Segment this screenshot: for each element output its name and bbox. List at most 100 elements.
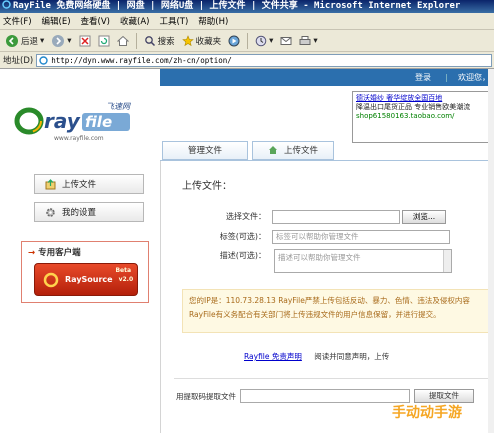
menu-file[interactable]: 文件(F) bbox=[3, 15, 32, 27]
address-label: 地址(D) bbox=[3, 56, 34, 66]
menu-view[interactable]: 查看(V) bbox=[81, 15, 110, 27]
tab-bar: 管理文件 上传文件 bbox=[160, 141, 494, 161]
extract-code-input[interactable] bbox=[240, 389, 410, 403]
upload-icon bbox=[45, 178, 56, 189]
ad-box[interactable]: 德沃婚纱 奢华绽放全国百地 降温出口尾货正品 专业销售欧美潮流 shop6158… bbox=[352, 91, 492, 143]
menu-tools[interactable]: 工具(T) bbox=[159, 15, 188, 27]
back-label: 后退 bbox=[21, 36, 39, 47]
top-strip: 登录 | 欢迎您，zh bbox=[160, 69, 494, 99]
desc-row: 描述(可选)： bbox=[202, 248, 272, 263]
tab-upload-files[interactable]: 上传文件 bbox=[252, 141, 334, 160]
upload-file-button[interactable]: 上传文件 bbox=[34, 174, 144, 194]
menu-help[interactable]: 帮助(H) bbox=[198, 15, 228, 27]
top-separator: | bbox=[445, 73, 448, 82]
divider-line bbox=[174, 378, 494, 379]
toolbar-separator bbox=[247, 32, 249, 49]
favorites-button[interactable]: 收藏夹 bbox=[180, 34, 224, 47]
raysource-beta: Beta bbox=[115, 267, 131, 274]
history-button[interactable]: ▾ bbox=[253, 35, 275, 47]
back-arrow-icon bbox=[6, 34, 18, 47]
choose-file-row: 选择文件： 浏览... bbox=[202, 209, 446, 224]
forward-button[interactable]: ▾ bbox=[49, 34, 73, 48]
agree-row: Rayfile 免责声明 阅读并同意声明，上传 bbox=[244, 351, 389, 362]
chevron-down-icon: ▾ bbox=[67, 35, 72, 46]
home-icon bbox=[268, 146, 277, 154]
stop-button[interactable] bbox=[77, 35, 93, 47]
choose-file-label: 选择文件： bbox=[226, 212, 266, 221]
my-settings-button[interactable]: 我的设置 bbox=[34, 202, 144, 222]
print-button[interactable]: ▾ bbox=[297, 35, 319, 47]
column-divider bbox=[160, 161, 161, 433]
svg-text:file: file bbox=[85, 113, 112, 131]
extract-label: 用提取码提取文件 bbox=[176, 391, 236, 401]
tag-label: 标签(可选)： bbox=[219, 232, 266, 241]
chevron-down-icon: ▾ bbox=[40, 35, 45, 46]
address-url: http://dyn.www.rayfile.com/zh-cn/option/ bbox=[51, 55, 232, 65]
toolbar: 后退 ▾ ▾ 搜索 收藏夹 ▾ ▾ bbox=[0, 30, 494, 52]
logo-url: www.rayfile.com bbox=[54, 135, 104, 142]
upload-notice: 您的IP是：110.73.28.13 RayFile严禁上传包括反动、暴力、色情… bbox=[182, 289, 492, 333]
address-input[interactable]: http://dyn.www.rayfile.com/zh-cn/option/ bbox=[36, 53, 492, 67]
menu-bar: 文件(F) 编辑(E) 查看(V) 收藏(A) 工具(T) 帮助(H) bbox=[0, 13, 494, 30]
media-button[interactable] bbox=[226, 35, 242, 47]
favorites-label: 收藏夹 bbox=[195, 36, 222, 47]
refresh-icon bbox=[98, 35, 110, 46]
web-page: 登录 | 欢迎您，zh ray file 飞速网 www.rayfile.com… bbox=[0, 69, 494, 433]
search-label: 搜索 bbox=[157, 36, 175, 47]
raysource-version: v2.0 bbox=[118, 276, 134, 283]
svg-text:ray: ray bbox=[44, 109, 81, 133]
browse-button[interactable]: 浏览... bbox=[402, 209, 446, 224]
notice-line-1: 您的IP是：110.73.28.13 RayFile严禁上传包括反动、暴力、色情… bbox=[189, 296, 470, 305]
agree-upload-text[interactable]: 阅读并同意声明，上传 bbox=[314, 352, 389, 361]
back-button[interactable]: 后退 ▾ bbox=[3, 34, 46, 48]
desc-textarea[interactable]: 描述可以帮助你管理文件 bbox=[274, 249, 452, 273]
print-icon bbox=[299, 35, 311, 45]
ie-logo-icon bbox=[2, 0, 11, 9]
media-icon bbox=[228, 35, 240, 46]
raysource-download-button[interactable]: RaySource v2.0 Beta bbox=[34, 263, 138, 296]
mail-button[interactable] bbox=[278, 35, 294, 47]
client-box: → 专用客户端 RaySource v2.0 Beta bbox=[21, 241, 149, 303]
desc-label: 描述(可选)： bbox=[219, 251, 266, 260]
extract-file-button[interactable]: 提取文件 bbox=[414, 389, 474, 403]
menu-edit[interactable]: 编辑(E) bbox=[42, 15, 71, 27]
home-icon bbox=[116, 35, 129, 46]
home-button[interactable] bbox=[115, 35, 131, 47]
notice-line-2: RayFile有义务配合有关部门将上传违规文件的用户信息保留，并进行提交。 bbox=[189, 310, 441, 319]
search-button[interactable]: 搜索 bbox=[142, 35, 177, 47]
window-title: RayFile 免费网络硬盘 | 网盘 | 网络U盘 | 上传文件 | 文件共享… bbox=[13, 1, 461, 11]
refresh-button[interactable] bbox=[96, 35, 112, 47]
gear-icon bbox=[46, 207, 55, 217]
mail-icon bbox=[280, 36, 292, 45]
my-settings-label: 我的设置 bbox=[62, 208, 97, 218]
left-nav: 上传文件 我的设置 → 专用客户端 RaySource v2.0 Beta bbox=[13, 166, 151, 366]
address-bar: 地址(D) http://dyn.www.rayfile.com/zh-cn/o… bbox=[0, 52, 494, 69]
forward-arrow-icon bbox=[52, 34, 65, 47]
page-icon bbox=[39, 55, 48, 65]
upload-file-label: 上传文件 bbox=[62, 180, 97, 190]
upload-title: 上传文件： bbox=[182, 181, 232, 192]
search-icon bbox=[144, 35, 155, 46]
ad-line-2: 降温出口尾货正品 专业销售欧美潮流 bbox=[356, 103, 471, 111]
raysource-logo-icon bbox=[43, 272, 59, 287]
tab-upload-label: 上传文件 bbox=[283, 146, 318, 156]
chevron-down-icon: ▾ bbox=[269, 35, 274, 46]
window-title-bar: RayFile 免费网络硬盘 | 网盘 | 网络U盘 | 上传文件 | 文件共享… bbox=[0, 0, 494, 13]
ad-line-3[interactable]: shop61580163.taobao.com/ bbox=[356, 112, 488, 121]
tab-manage-files[interactable]: 管理文件 bbox=[162, 141, 248, 160]
page-scrollbar[interactable] bbox=[488, 69, 494, 433]
tag-input[interactable]: 标签可以帮助你管理文件 bbox=[272, 229, 450, 244]
disclaimer-link[interactable]: Rayfile 免责声明 bbox=[244, 352, 302, 361]
desc-placeholder: 描述可以帮助你管理文件 bbox=[278, 253, 361, 262]
chevron-down-icon: ▾ bbox=[313, 35, 318, 46]
menu-favorites[interactable]: 收藏(A) bbox=[120, 15, 149, 27]
raysource-name: RaySource bbox=[65, 275, 113, 284]
logo-cn: 飞速网 bbox=[106, 102, 130, 111]
extract-row: 用提取码提取文件 提取文件 bbox=[176, 389, 474, 403]
file-path-input[interactable] bbox=[272, 209, 400, 224]
textarea-scrollbar[interactable] bbox=[443, 250, 451, 272]
login-link[interactable]: 登录 bbox=[415, 69, 431, 86]
rayfile-logo[interactable]: ray file 飞速网 www.rayfile.com bbox=[14, 102, 144, 145]
arrow-right-icon: → bbox=[28, 248, 36, 258]
ad-line-1[interactable]: 德沃婚纱 奢华绽放全国百地 bbox=[356, 94, 488, 103]
